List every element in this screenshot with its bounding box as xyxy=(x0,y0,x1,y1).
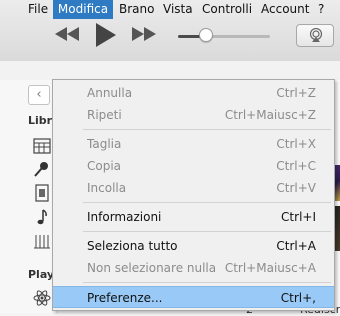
menu-item-taglia[interactable]: Taglia Ctrl+X xyxy=(53,133,334,155)
menu-separator xyxy=(83,282,331,283)
menu-item-shortcut: Ctrl+A xyxy=(276,239,316,253)
menu-modifica[interactable]: Modifica xyxy=(53,0,113,19)
menu-item-label: Non selezionare nulla xyxy=(87,261,217,275)
play-icon[interactable] xyxy=(96,23,116,50)
menu-item-informazioni[interactable]: Informazioni Ctrl+I xyxy=(53,206,334,228)
menu-item-annulla[interactable]: Annulla Ctrl+Z xyxy=(53,82,334,104)
menu-item-ripeti[interactable]: Ripeti Ctrl+Maiusc+Z xyxy=(53,104,334,126)
menu-item-label: Copia xyxy=(87,159,122,173)
microphone-icon[interactable] xyxy=(33,160,51,178)
menu-item-copia[interactable]: Copia Ctrl+C xyxy=(53,155,334,177)
next-icon[interactable] xyxy=(132,27,156,44)
atom-icon[interactable] xyxy=(33,289,51,307)
menu-item-shortcut: Ctrl+Z xyxy=(276,86,316,100)
menu-item-shortcut: Ctrl+, xyxy=(280,291,316,305)
menu-brano[interactable]: Brano xyxy=(119,0,154,19)
menu-separator xyxy=(83,202,331,203)
grid-icon[interactable] xyxy=(33,137,51,155)
menu-item-shortcut: Ctrl+Maiusc+A xyxy=(224,261,316,275)
menu-item-shortcut: Ctrl+Maiusc+Z xyxy=(224,108,316,122)
menu-controlli[interactable]: Controlli xyxy=(202,0,252,19)
menu-item-label: Seleziona tutto xyxy=(87,239,178,253)
previous-icon[interactable] xyxy=(55,27,79,44)
menu-item-shortcut: Ctrl+X xyxy=(276,137,316,151)
menu-bar xyxy=(0,61,340,81)
menu-item-label: Taglia xyxy=(87,137,122,151)
menu-separator xyxy=(83,129,331,130)
music-note-icon[interactable] xyxy=(33,208,51,226)
menu-item-non-selezionare-nulla[interactable]: Non selezionare nulla Ctrl+Maiusc+A xyxy=(53,257,334,279)
menu-help[interactable]: ? xyxy=(318,0,324,19)
menu-separator xyxy=(83,231,331,232)
volume-slider-knob[interactable] xyxy=(199,28,213,42)
menu-item-label: Ripeti xyxy=(87,108,122,122)
menu-file[interactable]: File xyxy=(28,0,48,19)
menu-item-label: Annulla xyxy=(87,86,133,100)
menu-item-label: Preferenze... xyxy=(87,291,163,305)
menu-vista[interactable]: Vista xyxy=(163,0,193,19)
menu-item-incolla[interactable]: Incolla Ctrl+V xyxy=(53,177,334,199)
airplay-button[interactable] xyxy=(296,24,334,47)
menu-item-shortcut: Ctrl+I xyxy=(281,210,316,224)
menu-item-label: Informazioni xyxy=(87,210,162,224)
menu-item-preferenze[interactable]: Preferenze... Ctrl+, xyxy=(53,286,334,308)
back-button[interactable]: ‹ xyxy=(28,85,50,105)
podcast-icon[interactable] xyxy=(33,232,51,250)
menu-item-shortcut: Ctrl+V xyxy=(276,181,316,195)
edit-menu-dropdown: Annulla Ctrl+Z Ripeti Ctrl+Maiusc+Z Tagl… xyxy=(52,79,335,311)
menu-item-label: Incolla xyxy=(87,181,127,195)
volume-slider[interactable] xyxy=(178,35,270,38)
menu-item-seleziona-tutto[interactable]: Seleziona tutto Ctrl+A xyxy=(53,235,334,257)
menu-account[interactable]: Account xyxy=(261,0,309,19)
film-icon[interactable] xyxy=(33,184,51,202)
airplay-icon xyxy=(309,28,323,42)
menu-item-shortcut: Ctrl+C xyxy=(276,159,316,173)
